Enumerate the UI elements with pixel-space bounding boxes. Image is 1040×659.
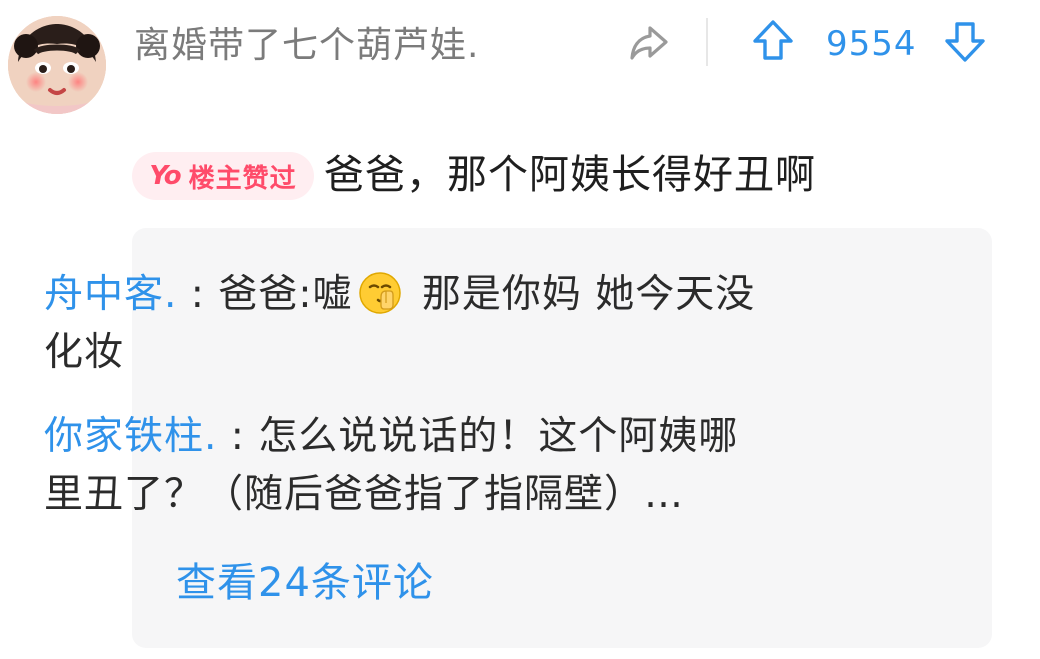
username[interactable]: 离婚带了七个葫芦娃. <box>134 20 479 72</box>
upvote-arrow-icon[interactable] <box>746 14 800 68</box>
reply-separator: : <box>177 272 219 317</box>
reply-text-part: 怎么说说话的！这个阿姨哪 <box>258 414 739 459</box>
reply-item[interactable]: 你家铁柱. : 怎么说说话的！这个阿姨哪 里丑了？（随后爸爸指了指隔壁）… <box>44 408 824 524</box>
reply-line-1: 你家铁柱. : 怎么说说话的！这个阿姨哪 <box>44 408 824 466</box>
badge-label: 楼主赞过 <box>188 163 297 194</box>
reply-text-part: 那是你妈 她今天没 <box>408 272 756 317</box>
reply-line-1: 舟中客. : 爸爸:嘘 那是你妈 她今天没 <box>44 266 824 324</box>
author-liked-badge: Yo 楼主赞过 <box>132 152 314 200</box>
reply-line-2: 化妆 <box>44 330 125 375</box>
avatar[interactable] <box>8 16 106 114</box>
reply-author-name[interactable]: 你家铁柱. <box>44 414 217 459</box>
avatar-image <box>8 16 106 114</box>
downvote-arrow-icon[interactable] <box>938 14 992 68</box>
reply-text-part: 爸爸:嘘 <box>218 272 353 317</box>
shushing-face-emoji-icon <box>356 269 404 317</box>
view-more-comments-link[interactable]: 查看24条评论 <box>176 554 434 612</box>
share-icon[interactable] <box>624 18 674 68</box>
reply-separator: : <box>217 414 259 459</box>
comment-text: 爸爸，那个阿姨长得好丑啊 <box>324 152 816 198</box>
badge-yo-label: Yo <box>149 161 181 191</box>
vote-count: 9554 <box>826 24 917 64</box>
reply-author-name[interactable]: 舟中客. <box>44 272 177 317</box>
reply-item[interactable]: 舟中客. : 爸爸:嘘 那是你妈 她今天没 化妆 <box>44 266 824 382</box>
reply-line-2: 里丑了？（随后爸爸指了指隔壁）… <box>44 472 685 517</box>
header-divider <box>706 18 708 66</box>
